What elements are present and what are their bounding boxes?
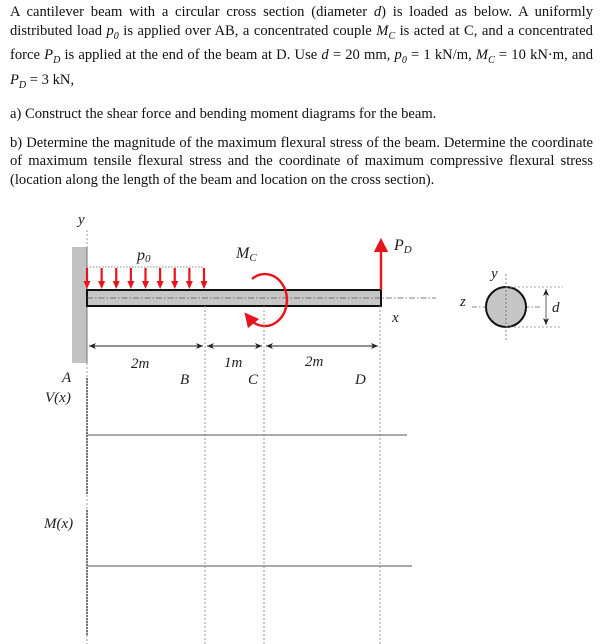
point-b-label: B	[180, 372, 189, 388]
load-arrow-head	[112, 281, 120, 289]
dim-bc-label: 1m	[224, 355, 243, 371]
load-arrow-head	[185, 281, 193, 289]
dim-ab-label: 2m	[131, 356, 150, 372]
load-arrow-head	[171, 281, 179, 289]
y-axis-label: y	[76, 212, 85, 228]
section-y-label: y	[489, 266, 498, 282]
load-arrow-head	[156, 281, 164, 289]
distributed-load	[83, 266, 208, 289]
point-d-label: D	[354, 372, 366, 388]
moment-axis-label: M(x)	[43, 516, 73, 532]
load-arrow-head	[98, 281, 106, 289]
force-label: PD	[393, 237, 412, 256]
load-arrow-head	[200, 281, 208, 289]
cross-section	[472, 274, 563, 342]
point-c-label: C	[248, 372, 259, 388]
couple-label: MC	[235, 245, 257, 264]
load-arrow-head	[127, 281, 135, 289]
shear-axis-label: V(x)	[45, 390, 71, 406]
beam-figure: y p0 MC PD x 2m 1m 2m A B C D V(x) M(x)	[43, 212, 563, 644]
load-label: p0	[136, 247, 151, 265]
point-a-label: A	[61, 370, 72, 386]
section-d-label: d	[552, 300, 560, 316]
section-z-label: z	[459, 294, 466, 310]
dim-cd-label: 2m	[305, 354, 324, 370]
fixed-wall	[72, 247, 87, 363]
x-axis-label: x	[391, 310, 399, 326]
load-arrow-head	[142, 281, 149, 289]
